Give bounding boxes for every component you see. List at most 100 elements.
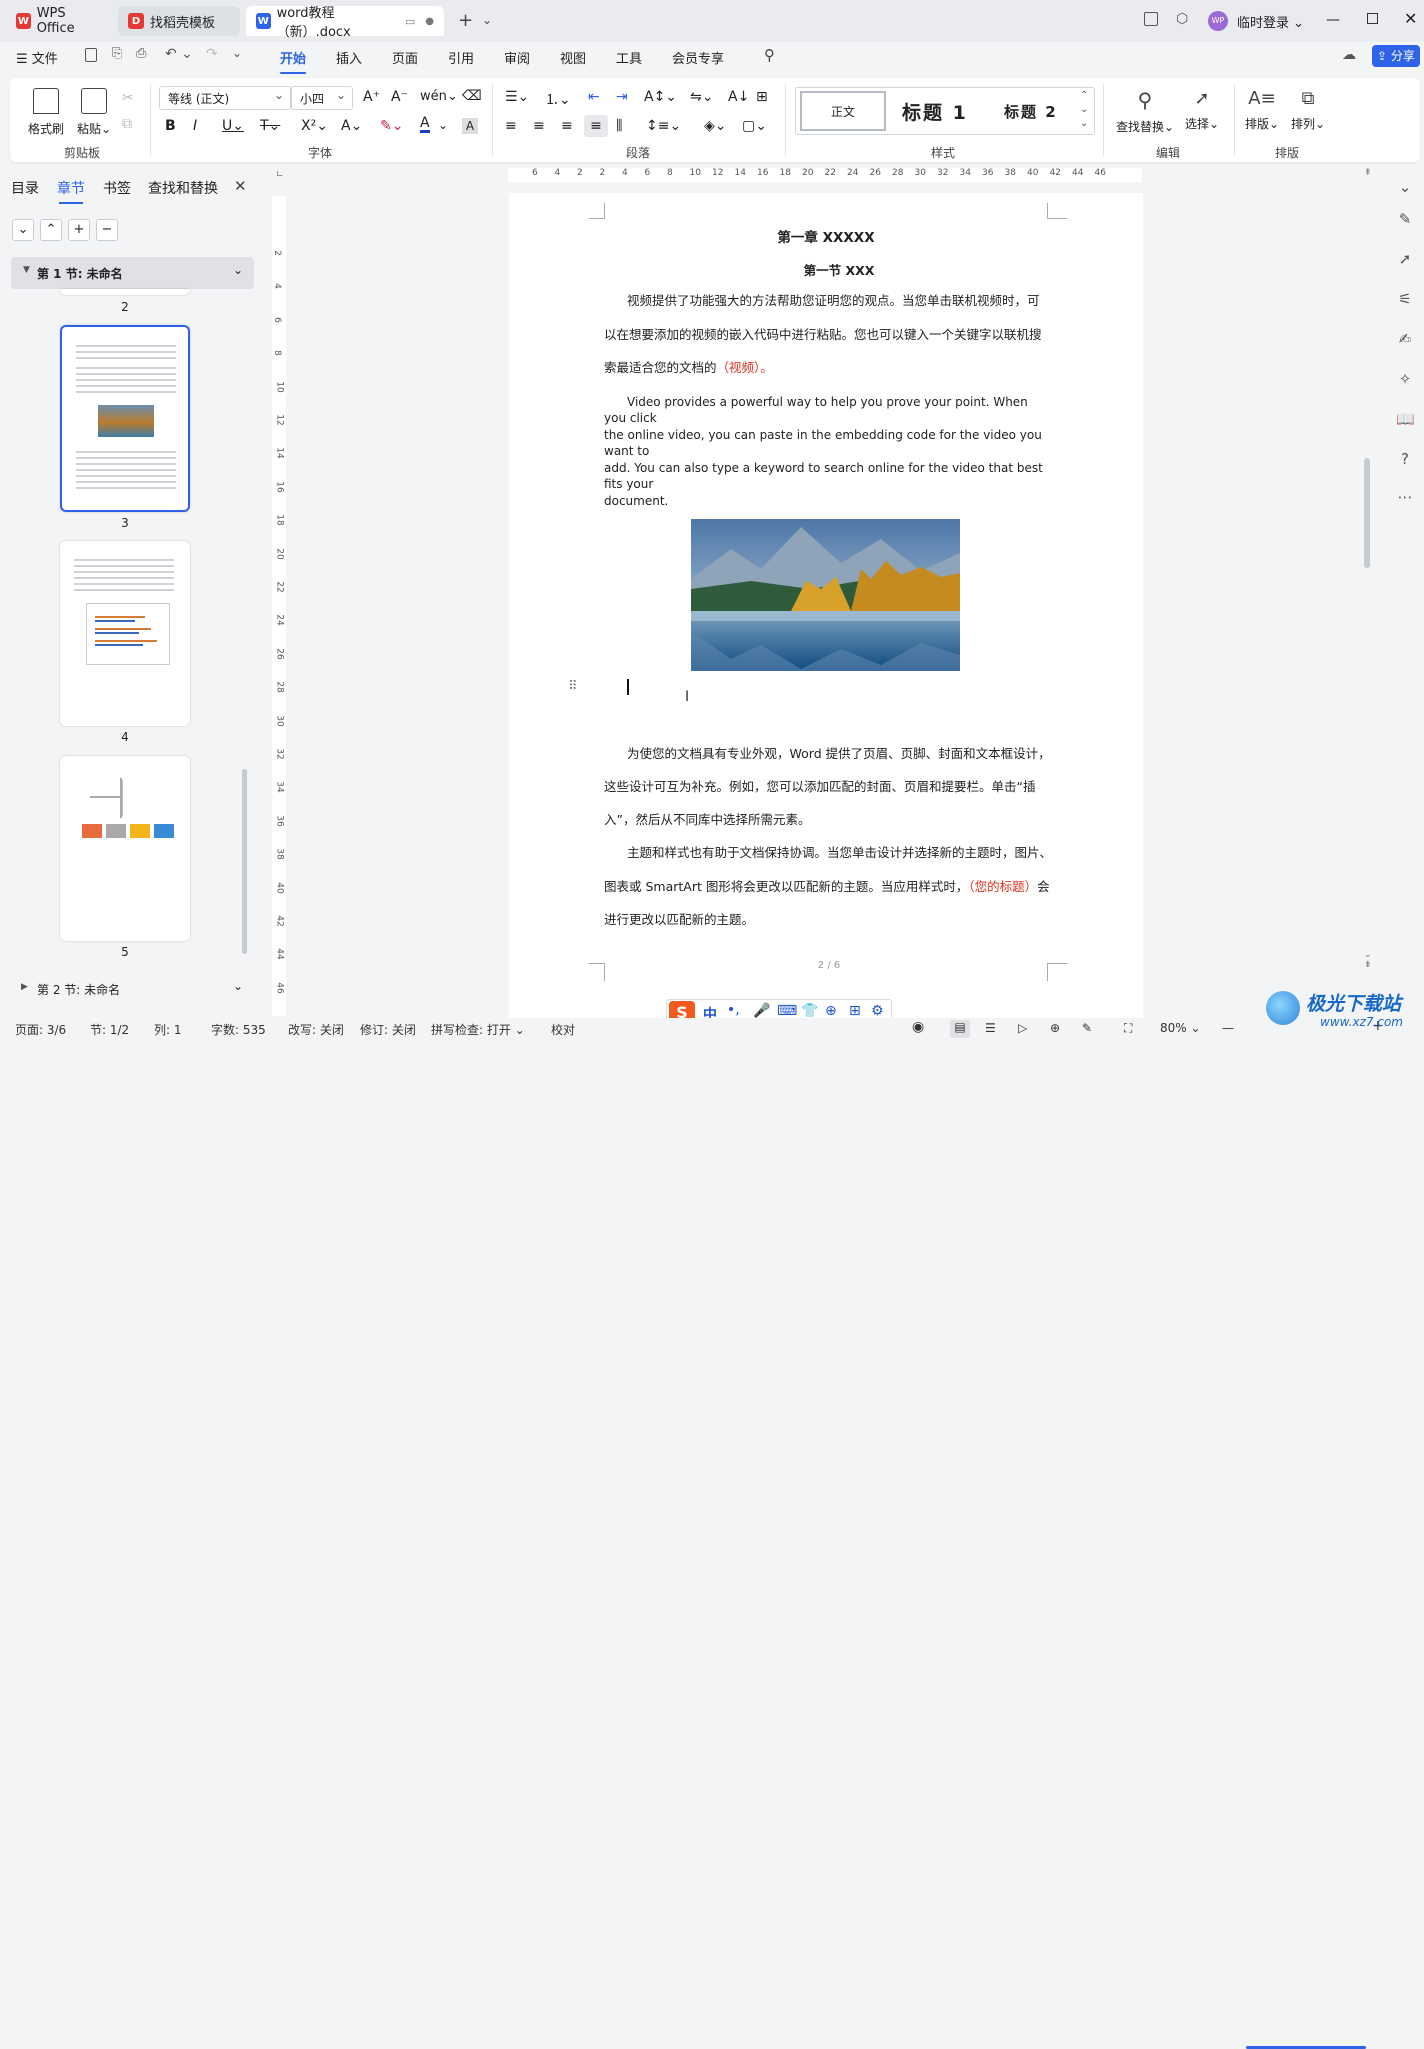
minimize-icon[interactable]: — xyxy=(1326,12,1340,28)
superscript-icon[interactable]: X²⌄ xyxy=(301,118,328,134)
redo-icon[interactable]: ↷ xyxy=(206,46,218,62)
chevron-down-icon[interactable]: ⌄ xyxy=(482,13,492,27)
increase-indent-icon[interactable]: ⇥ xyxy=(616,89,628,105)
char-shading-icon[interactable]: A xyxy=(462,118,478,134)
page-view-icon[interactable]: ▤ xyxy=(950,1020,970,1038)
paragraph-video-cn-3[interactable]: 索最适合您的文档的（视频）。 xyxy=(604,360,1052,376)
web-view-icon[interactable]: ⊕ xyxy=(1050,1021,1060,1035)
outline-view-icon[interactable]: ☰ xyxy=(985,1021,996,1035)
collapse-panel-icon[interactable]: ⌄ xyxy=(1396,178,1414,196)
cut-icon[interactable]: ✂ xyxy=(122,90,134,106)
status-spellcheck[interactable]: 拼写检查: 打开 ⌄ xyxy=(431,1021,525,1038)
order-button[interactable]: ⧉ 排列⌄ xyxy=(1288,88,1328,132)
book-icon[interactable]: 📖 xyxy=(1396,410,1415,428)
zoom-out-icon[interactable]: — xyxy=(1222,1021,1234,1035)
tab-word-doc[interactable]: W word教程（新）.docx ▭ ● xyxy=(246,6,444,40)
style-scroll-icon[interactable]: ⌃ ⌄ ⌄ xyxy=(1080,89,1088,131)
status-revision[interactable]: 修订: 关闭 xyxy=(360,1021,416,1038)
paragraph-word-1[interactable]: 为使您的文档具有专业外观，Word 提供了页眉、页脚、封面和文本框设计， xyxy=(604,746,1052,762)
bullet-list-icon[interactable]: ☰⌄ xyxy=(505,89,529,105)
style-heading1[interactable]: 标题 1 xyxy=(902,98,968,125)
menu-review[interactable]: 审阅 xyxy=(504,48,530,67)
ai-write-icon[interactable]: ✍ xyxy=(1396,330,1414,348)
close-pane-icon[interactable]: ✕ xyxy=(234,177,247,195)
clear-format-icon[interactable]: ⌫ xyxy=(462,88,482,104)
tab-find-replace[interactable]: 查找和替换 xyxy=(148,178,218,198)
menu-tools[interactable]: 工具 xyxy=(616,48,642,67)
avatar[interactable]: WP xyxy=(1208,11,1228,31)
landscape-image[interactable] xyxy=(691,519,960,671)
paragraph-video-cn-2[interactable]: 以在想要添加的视频的嵌入代码中进行粘贴。您也可以键入一个关键字以联机搜 xyxy=(604,327,1052,343)
cloud-icon[interactable]: ☁ xyxy=(1342,47,1356,63)
share-button[interactable]: ⇪ 分享 xyxy=(1372,45,1420,67)
select-button[interactable]: ➚ 选择⌄ xyxy=(1182,88,1222,132)
grow-font-icon[interactable]: A⁺ xyxy=(363,89,380,105)
unsaved-dot-icon[interactable]: ● xyxy=(425,16,434,27)
italic-icon[interactable]: I xyxy=(193,118,197,134)
magic-icon[interactable]: ✧ xyxy=(1396,370,1414,388)
scroll-down-icon[interactable]: ⌄ ⇟ xyxy=(1364,950,1372,970)
align-center-icon[interactable]: ≡ xyxy=(533,118,545,134)
new-tab-icon[interactable]: + xyxy=(458,10,473,31)
paragraph-video-cn-1[interactable]: 视频提供了功能强大的方法帮助您证明您的观点。当您单击联机视频时，可 xyxy=(604,293,1052,309)
keyboard-icon[interactable]: ⌨ xyxy=(777,1003,797,1019)
bold-icon[interactable]: B xyxy=(165,118,176,134)
move-down-button[interactable]: ⌄ xyxy=(12,219,34,241)
justify-icon[interactable]: ≡ xyxy=(584,115,608,137)
distribute-icon[interactable]: ⫼ xyxy=(616,118,622,134)
cube-icon[interactable]: ⬡ xyxy=(1176,11,1188,27)
decrease-indent-icon[interactable]: ⇤ xyxy=(588,89,600,105)
convert-icon[interactable]: ⇋⌄ xyxy=(690,89,713,105)
login-link[interactable]: 临时登录 ⌄ xyxy=(1237,12,1304,31)
ruler-corner-icon[interactable]: ∟ xyxy=(276,170,284,180)
punctuation-icon[interactable]: •, xyxy=(727,1002,740,1018)
pen-icon[interactable]: ✎ xyxy=(1396,210,1414,228)
layout-button[interactable]: A≡ 排版⌄ xyxy=(1242,88,1282,132)
align-left-icon[interactable]: ≡ xyxy=(505,118,517,134)
section-2-header[interactable]: ▶ 第 2 节: 未命名 ⌄ xyxy=(11,976,254,1002)
paragraph-word-3[interactable]: 入”，然后从不同库中选择所需元素。 xyxy=(604,812,1052,828)
menu-home[interactable]: 开始 xyxy=(280,48,307,74)
menu-reference[interactable]: 引用 xyxy=(448,48,474,67)
paragraph-video-en-2[interactable]: the online video, you can paste in the e… xyxy=(604,427,1052,459)
numbered-list-icon[interactable]: ⒈⌄ xyxy=(545,89,571,109)
export-icon[interactable]: ⎘ xyxy=(112,46,122,61)
help-icon[interactable]: ? xyxy=(1396,450,1414,468)
paragraph-video-en-1[interactable]: Video provides a powerful way to help yo… xyxy=(604,394,1052,426)
skin-icon[interactable]: 👕 xyxy=(801,1003,818,1019)
tab-docer[interactable]: D 找稻壳模板 xyxy=(118,6,240,36)
page-thumbnail-3[interactable] xyxy=(60,325,190,512)
zoom-select[interactable]: 80% ⌄ xyxy=(1160,1021,1201,1035)
save-icon[interactable] xyxy=(85,48,97,62)
format-painter-button[interactable]: 格式刷 xyxy=(24,88,68,137)
close-icon[interactable]: ✕ xyxy=(1404,9,1417,28)
text-effect-icon[interactable]: A⌄ xyxy=(341,118,362,134)
move-up-button[interactable]: ⌃ xyxy=(40,219,62,241)
menu-view[interactable]: 视图 xyxy=(560,48,586,67)
shrink-font-icon[interactable]: A⁻ xyxy=(391,89,408,105)
paste-button[interactable]: 粘贴⌄ xyxy=(72,88,116,137)
maximize-icon[interactable] xyxy=(1367,13,1378,24)
paragraph-theme-1[interactable]: 主题和样式也有助于文档保持协调。当您单击设计并选择新的主题时，图片、 xyxy=(604,845,1052,861)
add-section-button[interactable]: + xyxy=(68,219,90,241)
tab-bookmarks[interactable]: 书签 xyxy=(103,178,131,198)
status-word-count[interactable]: 字数: 535 xyxy=(211,1021,266,1038)
remove-section-button[interactable]: − xyxy=(96,219,118,241)
print-preview-icon[interactable]: ⎙ xyxy=(136,46,146,61)
status-section[interactable]: 节: 1/2 xyxy=(90,1021,129,1038)
file-menu[interactable]: ☰ 文件 xyxy=(16,48,58,67)
paragraph-video-en-4[interactable]: document. xyxy=(604,493,1052,509)
text-direction-icon[interactable]: A↕⌄ xyxy=(644,89,677,105)
paragraph-video-en-3[interactable]: add. You can also type a keyword to sear… xyxy=(604,460,1052,492)
horizontal-ruler[interactable]: 6 4 2 2 4 6 8 10 12 14 16 18 20 22 24 26 28 30 32 34 36 38 40 4… xyxy=(508,168,1142,182)
font-color-chevron-icon[interactable]: ⌄ xyxy=(438,118,448,132)
drag-handle-icon[interactable]: ⠿ xyxy=(568,679,577,694)
copy-icon[interactable]: ⧉ xyxy=(122,116,132,132)
align-right-icon[interactable]: ≡ xyxy=(561,118,573,134)
tab-toc[interactable]: 目录 xyxy=(11,178,39,198)
section-heading[interactable]: 第一节 XXX xyxy=(509,260,1169,279)
scroll-up-icon[interactable]: ⇞ xyxy=(1364,168,1372,178)
paragraph-word-2[interactable]: 这些设计可互为补充。例如，您可以添加匹配的封面、页眉和提要栏。单击“插 xyxy=(604,779,1052,795)
layout-icon[interactable] xyxy=(1144,12,1158,26)
status-overwrite[interactable]: 改写: 关闭 xyxy=(288,1021,344,1038)
